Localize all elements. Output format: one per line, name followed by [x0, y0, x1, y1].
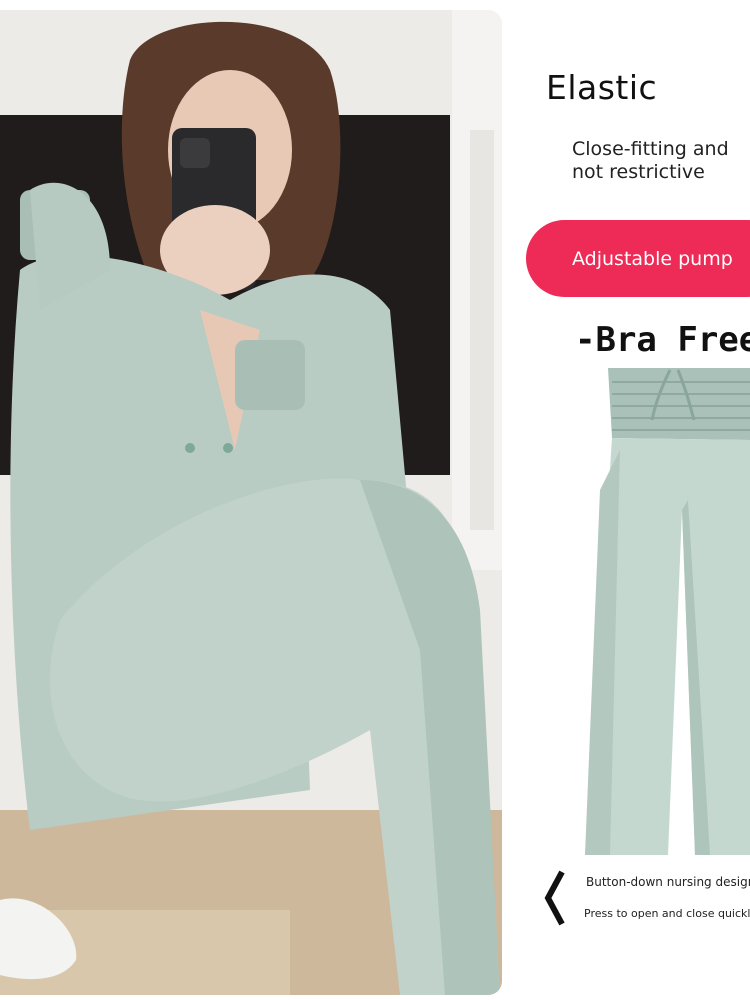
feature-badge: Adjustable pump: [526, 220, 750, 297]
subheadline: Close-fitting and not restrictive: [572, 138, 729, 183]
headline: Elastic: [546, 68, 658, 107]
feature-badge-label: Adjustable pump: [572, 247, 733, 270]
feature-tag: -Bra Free: [575, 320, 750, 360]
model-photo: [0, 10, 502, 995]
chevron-left-icon: [542, 868, 568, 928]
pants-product-image: [560, 360, 750, 860]
caption-press-open: Press to open and close quickly: [584, 907, 750, 920]
model-illustration: [0, 10, 502, 995]
caption-nursing-design: Button-down nursing design: [586, 875, 750, 889]
pants-illustration: [585, 368, 750, 855]
